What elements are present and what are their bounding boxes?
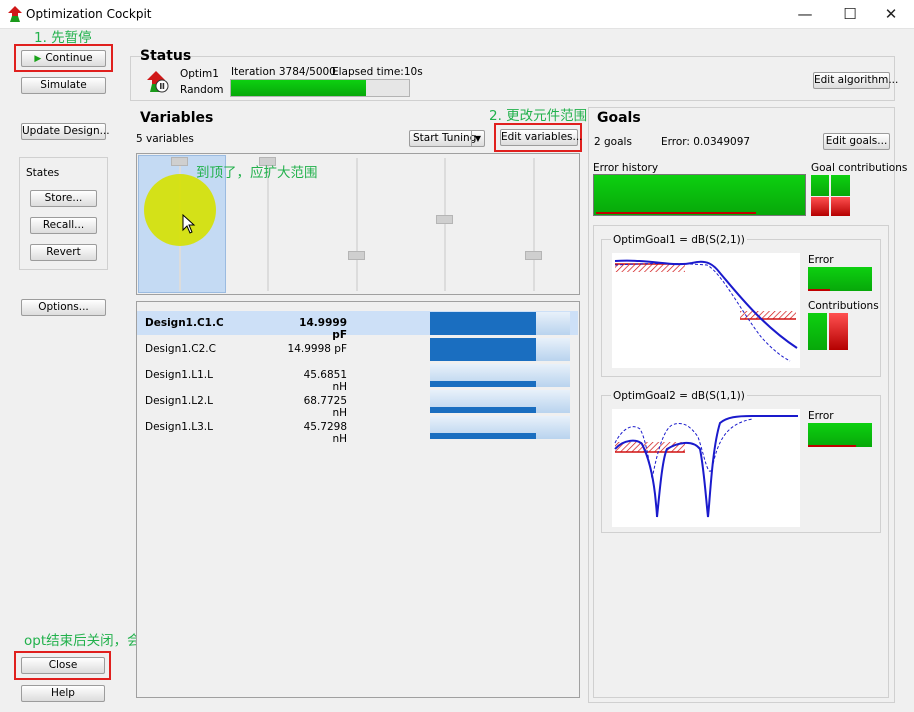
table-row[interactable]: Design1.L1.L 45.6851 nH <box>137 363 578 393</box>
variable-name: Design1.C1.C <box>145 317 224 329</box>
goal1-contribution-good <box>808 313 827 350</box>
chevron-down-icon[interactable]: ▼ <box>471 131 484 146</box>
goal1-error-line <box>808 289 830 291</box>
slider-thumb-l1[interactable] <box>348 251 365 260</box>
annotation-edit-range: 2. 更改元件范围 <box>489 108 588 124</box>
recall-button[interactable]: Recall... <box>30 217 97 234</box>
goal-contributions-label: Goal contributions <box>811 162 908 174</box>
slider-thumb-l3[interactable] <box>525 251 542 260</box>
variable-range-fill <box>430 381 536 387</box>
variable-value: 45.7298 nH <box>303 421 347 445</box>
status-title: Status <box>140 48 192 64</box>
mouse-pointer-icon <box>182 214 196 234</box>
goal2-error-bar <box>808 423 872 447</box>
variable-name: Design1.L1.L <box>145 369 213 381</box>
title-bar: Optimization Cockpit — ☐ ✕ <box>0 0 914 29</box>
table-row[interactable]: Design1.L2.L 68.7725 nH <box>137 389 578 419</box>
play-icon: ▶ <box>34 54 42 64</box>
maximize-button[interactable]: ☐ <box>827 0 873 28</box>
table-row[interactable]: Design1.C1.C 14.9999 pF <box>137 311 578 341</box>
contribution-goal2-good <box>831 175 850 196</box>
goal1-contribution-bad <box>829 313 848 350</box>
variable-name: Design1.L2.L <box>145 395 213 407</box>
annotation-at-top: 到顶了，应扩大范围 <box>196 165 318 181</box>
variables-count: 5 variables <box>136 133 194 145</box>
continue-label: Continue <box>45 52 93 64</box>
goal1-error-label: Error <box>808 254 834 266</box>
slider-thumb-c1[interactable] <box>171 157 188 166</box>
edit-algorithm-button[interactable]: Edit algorithm... <box>813 72 898 89</box>
close-button[interactable]: Close <box>21 657 105 674</box>
slider-track-l1 <box>356 158 358 291</box>
goal1-plot <box>612 253 800 368</box>
optimizer-paused-icon <box>147 71 169 93</box>
window-title: Optimization Cockpit <box>26 7 152 21</box>
contribution-goal2-bad <box>831 197 850 216</box>
goal2-plot <box>612 409 800 527</box>
contribution-goal1-bad <box>811 197 829 216</box>
variable-range-fill <box>430 407 536 413</box>
variable-name: Design1.L3.L <box>145 421 213 433</box>
contribution-goal1-good <box>811 175 829 196</box>
minimize-button[interactable]: — <box>782 0 828 28</box>
start-tuning-dropdown[interactable]: Start Tuning ▼ <box>409 130 485 147</box>
options-button[interactable]: Options... <box>21 299 106 316</box>
variable-range-fill <box>430 312 536 335</box>
iteration-text: Iteration 3784/5000 <box>231 66 336 78</box>
simulate-button[interactable]: Simulate <box>21 77 106 94</box>
slider-thumb-l2[interactable] <box>436 215 453 224</box>
annotation-pause: 1. 先暂停 <box>34 30 92 46</box>
goal1-error-bar <box>808 267 872 291</box>
close-window-button[interactable]: ✕ <box>868 0 914 28</box>
goal2-error-line <box>808 445 856 447</box>
edit-goals-button[interactable]: Edit goals... <box>823 133 890 150</box>
elapsed-time: Elapsed time:10s <box>332 66 423 78</box>
goal1-contributions-label: Contributions <box>808 300 879 312</box>
table-row[interactable]: Design1.L3.L 45.7298 nH <box>137 415 578 445</box>
goals-error: Error: 0.0349097 <box>661 136 751 148</box>
variable-range-fill <box>430 338 536 361</box>
error-history-label: Error history <box>593 162 659 174</box>
error-history-line <box>596 212 756 214</box>
continue-button[interactable]: ▶ Continue <box>21 50 106 67</box>
edit-variables-button[interactable]: Edit variables... <box>500 129 583 146</box>
start-tuning-label: Start Tuning <box>413 132 477 144</box>
revert-button[interactable]: Revert <box>30 244 97 261</box>
goals-count: 2 goals <box>594 136 632 148</box>
goal1-title: OptimGoal1 = dB(S(2,1)) <box>611 234 747 246</box>
table-row[interactable]: Design1.C2.C 14.9998 pF <box>137 337 578 361</box>
store-button[interactable]: Store... <box>30 190 97 207</box>
algorithm-name: Random <box>180 84 224 96</box>
variable-name: Design1.C2.C <box>145 343 216 355</box>
error-history-chart <box>593 174 806 216</box>
variables-title: Variables <box>140 110 214 126</box>
slider-track-l3 <box>533 158 535 291</box>
progress-bar <box>230 79 410 97</box>
variable-range-fill <box>430 433 536 439</box>
app-icon <box>8 6 22 22</box>
variable-value: 14.9998 pF <box>287 343 347 355</box>
goal2-title: OptimGoal2 = dB(S(1,1)) <box>611 390 747 402</box>
goal2-error-label: Error <box>808 410 834 422</box>
help-button[interactable]: Help <box>21 685 105 702</box>
optimizer-name: Optim1 <box>180 68 219 80</box>
states-label: States <box>26 167 60 179</box>
goals-title: Goals <box>597 110 641 126</box>
slider-track-l2 <box>444 158 446 291</box>
update-design-button[interactable]: Update Design... <box>21 123 110 140</box>
progress-fill <box>231 80 366 96</box>
cursor-highlight-circle <box>144 174 216 246</box>
